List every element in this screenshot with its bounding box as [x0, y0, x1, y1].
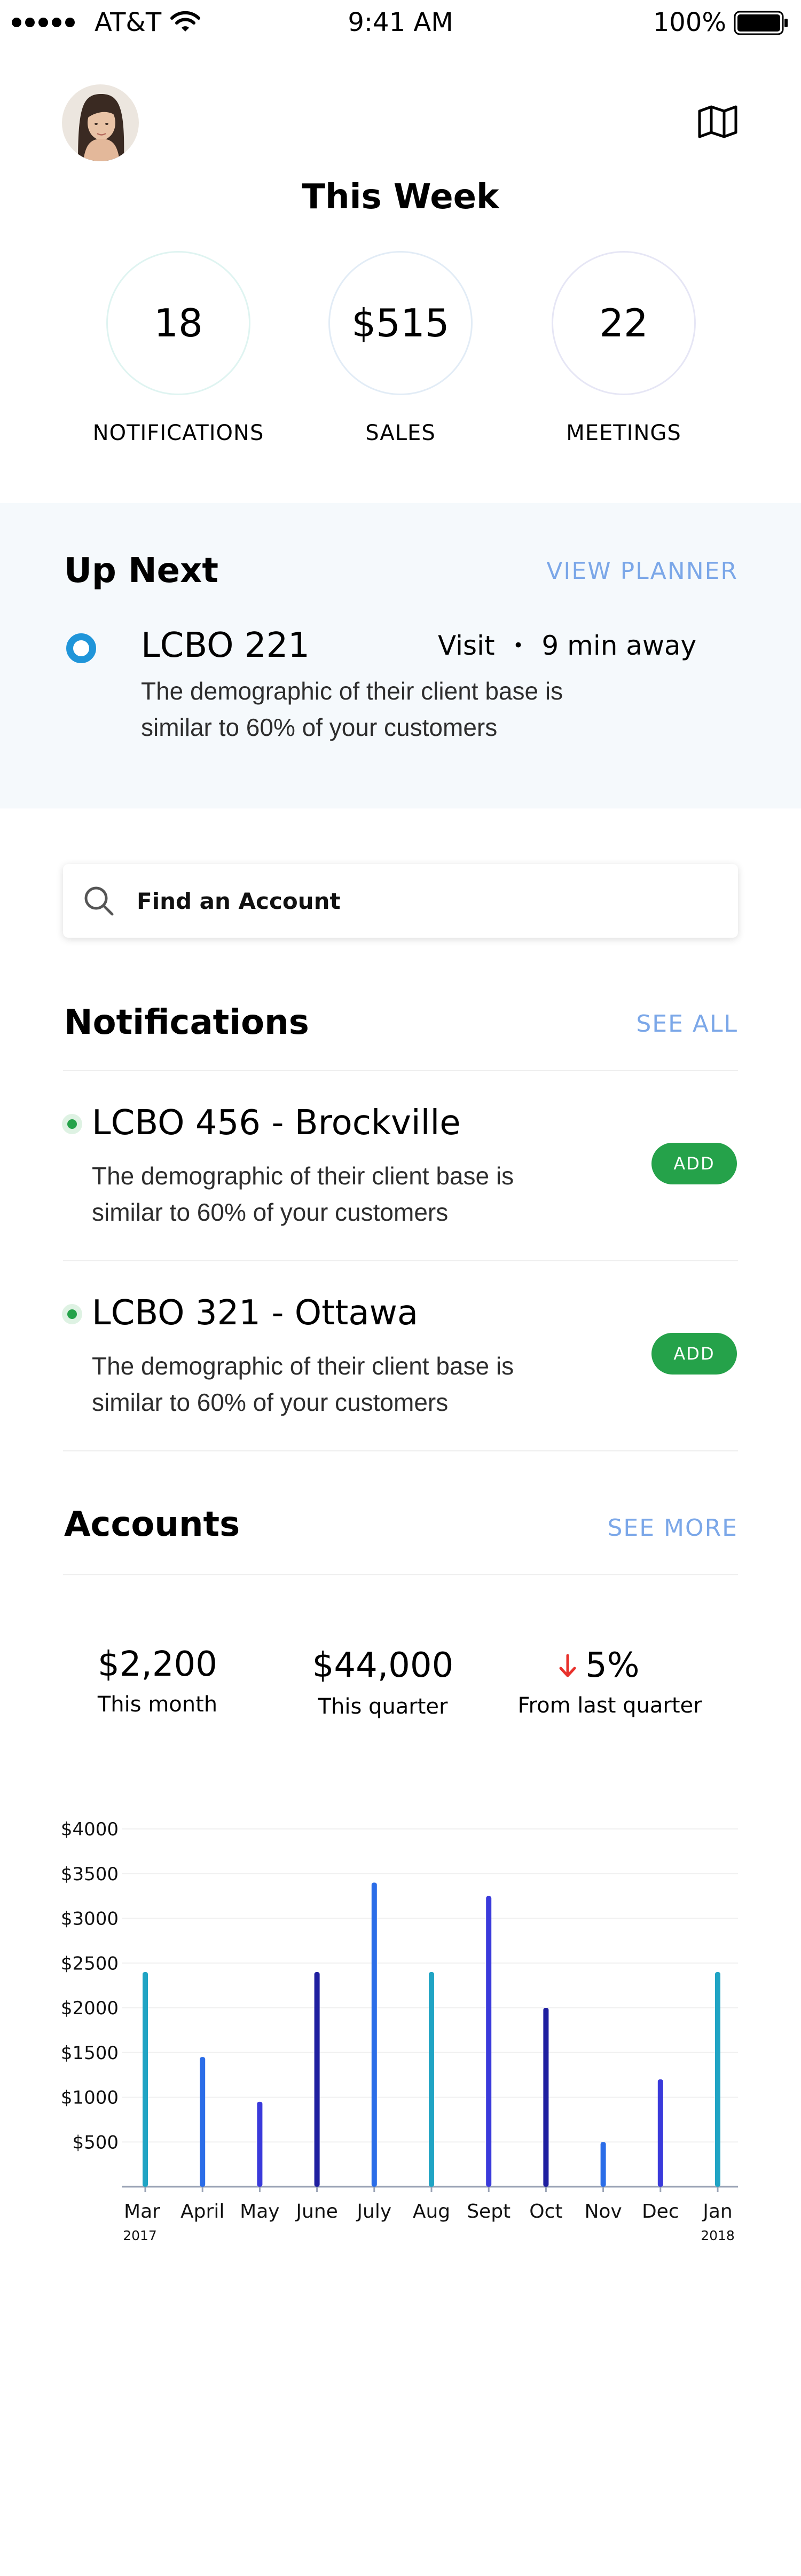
- x-tick-label: July: [356, 2201, 391, 2222]
- x-tick-label: Oct: [529, 2201, 562, 2222]
- stat-label: NOTIFICATIONS: [92, 421, 264, 445]
- chart-bar: [657, 2079, 663, 2187]
- down-arrow-icon: [559, 1653, 577, 1680]
- map-icon[interactable]: [697, 105, 738, 141]
- chart-bar: [371, 1882, 377, 2187]
- up-next-title: Up Next: [64, 551, 218, 591]
- kpi-value: 5%: [585, 1646, 640, 1685]
- notification-description-line: The demographic of their client base is: [92, 1162, 514, 1190]
- x-tick-label: Jan: [702, 2201, 733, 2222]
- y-tick-label: $1000: [61, 2087, 119, 2109]
- notification-description-line: similar to 60% of your customers: [92, 1388, 449, 1416]
- up-next-description-line: The demographic of their client base is: [141, 677, 563, 705]
- notification-title[interactable]: LCBO 321 - Ottawa: [92, 1292, 418, 1334]
- x-tick-label: Aug: [413, 2201, 450, 2222]
- divider: [63, 1574, 738, 1575]
- chart-bar: [429, 1972, 434, 2187]
- kpi-label: From last quarter: [517, 1693, 702, 1718]
- stat-value: 18: [154, 301, 203, 345]
- search-input[interactable]: [137, 864, 713, 938]
- x-tick-label: April: [180, 2201, 224, 2222]
- up-next-description-line: similar to 60% of your customers: [141, 713, 498, 741]
- divider: [63, 1260, 738, 1261]
- search-icon: [83, 885, 115, 920]
- notifications-stat-circle[interactable]: 18: [106, 251, 250, 395]
- see-more-link[interactable]: SEE MORE: [608, 1513, 739, 1543]
- x-tick-label: June: [295, 2201, 337, 2222]
- page-title: This Week: [302, 177, 499, 217]
- x-tick-label: Dec: [642, 2201, 679, 2222]
- view-planner-link[interactable]: VIEW PLANNER: [546, 556, 738, 586]
- chart-bar: [257, 2101, 263, 2187]
- divider: [63, 1450, 738, 1451]
- accounts-title: Accounts: [64, 1505, 240, 1544]
- notification-description-line: The demographic of their client base is: [92, 1352, 514, 1380]
- add-button[interactable]: ADD: [651, 1333, 737, 1375]
- up-next-account-name[interactable]: LCBO 221: [141, 625, 310, 666]
- x-tick-label: Nov: [584, 2201, 622, 2222]
- unread-dot-icon: [62, 1114, 82, 1134]
- y-tick-label: $500: [72, 2132, 119, 2153]
- separator-dot: •: [513, 635, 524, 656]
- kpi-value: $2,200: [98, 1645, 217, 1684]
- y-tick-label: $3000: [61, 1909, 119, 1930]
- chart-bar: [143, 1972, 148, 2187]
- x-tick-label: Sept: [467, 2201, 511, 2222]
- visit-type: Visit: [438, 630, 495, 661]
- avatar[interactable]: [62, 84, 139, 161]
- y-tick-label: $2000: [61, 1998, 119, 2019]
- battery-percentage: 100%: [653, 7, 726, 37]
- meetings-stat-circle[interactable]: 22: [552, 251, 696, 395]
- stat-label: SALES: [365, 421, 436, 445]
- search-box[interactable]: [63, 864, 738, 938]
- divider: [63, 1070, 738, 1071]
- stat-value: $515: [351, 301, 450, 345]
- kpi-label: This quarter: [318, 1694, 448, 1719]
- upcoming-ring-icon: [66, 633, 96, 663]
- stat-value: 22: [599, 301, 648, 345]
- travel-time: 9 min away: [541, 630, 697, 661]
- stat-label: MEETINGS: [566, 421, 681, 445]
- y-tick-label: $4000: [61, 1819, 119, 1840]
- x-year-label: 2018: [701, 2228, 735, 2243]
- add-button[interactable]: ADD: [651, 1143, 737, 1184]
- chart-bar: [715, 1972, 720, 2187]
- y-tick-label: $2500: [61, 1953, 119, 1974]
- x-tick-label: May: [240, 2201, 279, 2222]
- status-bar: AT&T 9:41 AM 100%: [0, 0, 801, 45]
- chart-bar: [600, 2142, 606, 2187]
- notification-description-line: similar to 60% of your customers: [92, 1198, 449, 1226]
- y-tick-label: $3500: [61, 1864, 119, 1885]
- unread-dot-icon: [62, 1304, 82, 1324]
- chart-bar: [543, 2008, 549, 2187]
- chart-bar: [486, 1896, 492, 2187]
- see-all-link[interactable]: SEE ALL: [636, 1009, 738, 1039]
- x-year-label: 2017: [123, 2228, 157, 2243]
- chart-bar: [314, 1972, 320, 2187]
- notification-title[interactable]: LCBO 456 - Brockville: [92, 1102, 461, 1144]
- y-tick-label: $1500: [61, 2043, 119, 2064]
- sales-stat-circle[interactable]: $515: [328, 251, 473, 395]
- x-tick-label: Mar: [124, 2201, 160, 2222]
- kpi-value: $44,000: [312, 1646, 454, 1685]
- accounts-bar-chart: $500 $1000 $1500 $2000 $2500 $3000 $3500 $4000 M…: [61, 1819, 738, 2243]
- notifications-title: Notifications: [64, 1003, 309, 1042]
- chart-bar: [200, 2057, 206, 2187]
- kpi-label: This month: [97, 1692, 218, 1717]
- up-next-meta: Visit • 9 min away: [438, 629, 696, 665]
- battery-icon: [734, 11, 789, 37]
